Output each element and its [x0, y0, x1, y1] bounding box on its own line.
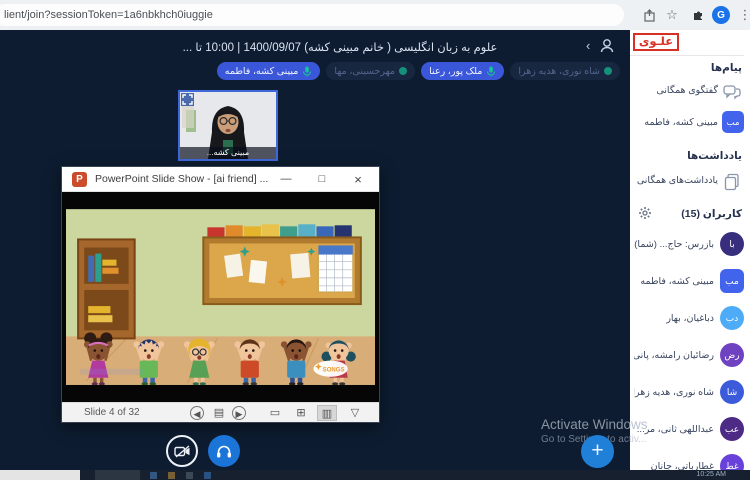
- user-name: دباغیان، بهار: [666, 313, 714, 324]
- taskbar-app-icon[interactable]: [168, 472, 175, 479]
- user-row[interactable]: با بازرس: حاج... (شما): [632, 230, 750, 264]
- profile-avatar[interactable]: G: [712, 6, 730, 24]
- share-icon[interactable]: [640, 6, 658, 24]
- slide-counter: Slide 4 of 32: [84, 407, 140, 418]
- avatar: عب: [720, 417, 744, 441]
- webcam-caption: مبینی کشه...: [180, 147, 276, 159]
- taskbar-active-app[interactable]: [95, 470, 140, 480]
- avatar: با: [720, 232, 744, 256]
- sidebar-item-private-chat[interactable]: مب مبینی کشه، فاطمه: [632, 110, 750, 138]
- normal-view-button[interactable]: ▭: [265, 405, 285, 421]
- taskbar-app-icon[interactable]: [204, 472, 211, 479]
- speaker-pill[interactable]: مهرحسینی، مها: [326, 62, 416, 80]
- public-notes-label: یادداشت‌های همگانی: [636, 175, 718, 186]
- slideshow-button[interactable]: ▽: [345, 405, 365, 421]
- alavi-logo: علـوی: [633, 33, 679, 51]
- windows-taskbar[interactable]: 10:25 AM: [0, 470, 750, 480]
- notes-pages-icon: [722, 172, 742, 192]
- sidebar: علـوی پیام‌ها گفتگوی همگانی مب مبینی کشه…: [630, 30, 750, 480]
- avatar: رض: [720, 343, 744, 367]
- app-window: lient/join?sessionToken=1a6nbkhch0iuggie…: [0, 0, 750, 480]
- camera-toggle-button[interactable]: [166, 435, 198, 467]
- divider: [630, 55, 744, 56]
- notes-button[interactable]: ▤: [212, 406, 226, 420]
- slide-logo-text: SONGS: [323, 368, 345, 374]
- user-row[interactable]: دب دباغیان، بهار: [632, 304, 750, 338]
- mic-icon: [487, 66, 496, 76]
- user-name: مبینی کشه، فاطمه: [640, 276, 714, 287]
- browser-menu-icon[interactable]: ⋮: [736, 6, 750, 24]
- next-slide-button[interactable]: ▶: [232, 406, 246, 420]
- users-header: کاربران (15): [681, 208, 742, 220]
- avatar: مب: [720, 269, 744, 293]
- powerpoint-statusbar: Slide 4 of 32 ◀ ▤ ▶ ▭ ⊞ ▥ ▽: [62, 402, 379, 422]
- attendees-toggle[interactable]: ‹: [586, 37, 620, 57]
- avatar: دب: [720, 306, 744, 330]
- public-chat-label: گفتگوی همگانی: [656, 85, 718, 96]
- mic-icon: [303, 66, 312, 76]
- users-settings-gear-icon[interactable]: [638, 206, 652, 220]
- user-name: شاه نوری، هدیه زهرا: [634, 387, 714, 398]
- active-speakers: مبینی کشه، فاطمه مهرحسینی، مها ملک پور، …: [216, 62, 620, 80]
- user-name: رضائیان رامشه، پانی...: [634, 350, 714, 361]
- avatar: شا: [720, 380, 744, 404]
- user-row[interactable]: رض رضائیان رامشه، پانی...: [632, 341, 750, 375]
- slide-sorter-button[interactable]: ⊞: [291, 405, 311, 421]
- speaker-name: شاه نوری، هدیه زهرا: [518, 65, 600, 77]
- chat-bubbles-icon: [722, 82, 742, 102]
- powerpoint-window[interactable]: P PowerPoint Slide Show - [ai friend] ..…: [62, 167, 379, 422]
- speaker-name: مبینی کشه، فاطمه: [224, 65, 299, 77]
- speaker-pill[interactable]: شاه نوری، هدیه زهرا: [510, 62, 620, 80]
- reading-view-button[interactable]: ▥: [317, 405, 337, 421]
- user-name: عبداللهی ثانی، مر...: [636, 424, 714, 435]
- bookmark-star-icon[interactable]: ☆: [663, 6, 681, 24]
- extensions-icon[interactable]: [689, 6, 707, 24]
- url-text: lient/join?sessionToken=1a6nbkhch0iuggie: [4, 9, 213, 21]
- speaker-name: مهرحسینی، مها: [334, 65, 396, 77]
- slide-illustration: SONGS: [66, 209, 375, 385]
- sidebar-item-public-chat[interactable]: گفتگوی همگانی: [632, 80, 750, 106]
- minimize-button[interactable]: —: [269, 167, 303, 192]
- powerpoint-window-title: PowerPoint Slide Show - [ai friend] ...: [95, 173, 269, 185]
- chevron-left-icon: ‹: [586, 38, 591, 53]
- user-row[interactable]: عب عبداللهی ثانی، مر...: [632, 415, 750, 449]
- close-button[interactable]: ×: [341, 167, 375, 192]
- taskbar-app-icon[interactable]: [150, 472, 157, 479]
- notes-header: یادداشت‌ها: [687, 150, 742, 162]
- taskbar-app-icon[interactable]: [186, 472, 193, 479]
- expand-icon[interactable]: [181, 93, 194, 106]
- add-button[interactable]: +: [581, 435, 614, 468]
- address-bar[interactable]: lient/join?sessionToken=1a6nbkhch0iuggie: [0, 4, 624, 26]
- camera-off-icon: [173, 444, 189, 458]
- status-dot-icon: [399, 67, 408, 75]
- powerpoint-app-icon: P: [72, 172, 87, 187]
- private-chat-label: مبینی کشه، فاطمه: [644, 117, 718, 128]
- teacher-webcam[interactable]: مبینی کشه...: [178, 90, 278, 161]
- powerpoint-titlebar[interactable]: P PowerPoint Slide Show - [ai friend] ..…: [62, 167, 379, 192]
- audio-toggle-button[interactable]: [208, 435, 240, 467]
- person-icon: [600, 39, 614, 53]
- taskbar-search-area[interactable]: [0, 470, 80, 480]
- avatar: مب: [722, 111, 744, 133]
- user-name: بازرس: حاج... (شما): [634, 239, 714, 250]
- taskbar-clock: 10:25 AM: [696, 471, 726, 478]
- maximize-button[interactable]: □: [305, 167, 339, 192]
- user-row[interactable]: شا شاه نوری، هدیه زهرا: [632, 378, 750, 412]
- headphones-icon: [217, 445, 231, 457]
- session-title: علوم به زبان انگلیسی ( خانم مبینی کشه) 1…: [182, 42, 498, 54]
- speaker-pill[interactable]: مبینی کشه، فاطمه: [216, 62, 321, 80]
- slide-canvas: SONGS: [62, 192, 379, 402]
- status-dot-icon: [604, 67, 612, 75]
- speaker-pill[interactable]: ملک پور، رعنا: [421, 62, 505, 80]
- browser-toolbar: lient/join?sessionToken=1a6nbkhch0iuggie…: [0, 0, 750, 30]
- speaker-name: ملک پور، رعنا: [429, 65, 483, 77]
- user-row[interactable]: مب مبینی کشه، فاطمه: [632, 267, 750, 301]
- sidebar-item-public-notes[interactable]: یادداشت‌های همگانی: [632, 170, 750, 196]
- messages-header: پیام‌ها: [710, 62, 742, 74]
- previous-slide-button[interactable]: ◀: [190, 406, 204, 420]
